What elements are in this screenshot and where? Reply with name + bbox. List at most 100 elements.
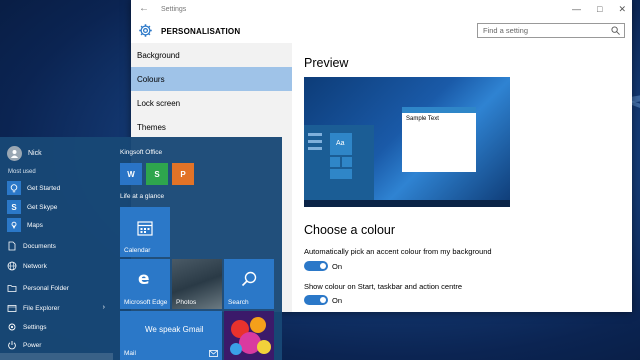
auto-accent-state: On xyxy=(332,262,343,271)
search-icon xyxy=(611,26,620,35)
sys-label: Settings xyxy=(23,323,47,331)
back-arrow-icon[interactable]: ← xyxy=(139,3,149,14)
start-left-column: Nick Most used Get Started S Get Skype M… xyxy=(0,137,113,360)
candy-icon xyxy=(230,317,271,355)
nav-item-lock-screen[interactable]: Lock screen xyxy=(131,91,292,115)
tile-search[interactable]: Search xyxy=(224,259,274,309)
nav-item-themes[interactable]: Themes xyxy=(131,115,292,139)
sys-label: Personal Folder xyxy=(23,284,69,292)
preview-tile xyxy=(330,157,340,167)
app-label: Get Skype xyxy=(27,203,58,211)
toggle-knob xyxy=(320,297,326,303)
app-get-skype[interactable]: S Get Skype xyxy=(7,200,57,214)
page-title: PERSONALISATION xyxy=(161,27,241,36)
folder-icon xyxy=(7,285,17,292)
tile-mail[interactable]: We speak Gmail Mail xyxy=(120,311,222,360)
user-account[interactable]: Nick xyxy=(7,146,42,161)
group-life-at-a-glance: Life at a glance xyxy=(120,193,165,200)
mail-tagline: We speak Gmail xyxy=(145,325,204,334)
tile-calendar[interactable]: Calendar xyxy=(120,207,170,257)
chevron-right-icon[interactable]: › xyxy=(103,304,105,311)
preview-aa-text: Aa xyxy=(336,140,345,147)
user-icon xyxy=(10,149,19,158)
calendar-icon xyxy=(137,221,153,236)
choose-colour-heading: Choose a colour xyxy=(304,223,396,237)
search-input[interactable]: Find a setting xyxy=(477,23,625,38)
writer-icon: W xyxy=(127,169,135,179)
tile-label: Search xyxy=(228,299,249,306)
gear-icon xyxy=(8,323,16,331)
nav-item-colours[interactable]: Colours xyxy=(131,67,292,91)
network-icon xyxy=(7,261,17,271)
preview-heading: Preview xyxy=(304,56,349,70)
avatar xyxy=(7,146,22,161)
edge-icon: e xyxy=(138,269,150,289)
tile-microsoft-edge[interactable]: e Microsoft Edge xyxy=(120,259,170,309)
preview-list-line xyxy=(308,133,322,136)
sys-personal-folder[interactable]: Personal Folder xyxy=(7,283,69,293)
window-controls: — □ ✕ xyxy=(572,4,626,15)
tile-kingsoft-spreadsheets[interactable]: S xyxy=(146,163,168,185)
show-colour-state: On xyxy=(332,296,343,305)
lightbulb-icon xyxy=(7,181,21,195)
show-colour-label: Show colour on Start, taskbar and action… xyxy=(304,282,463,291)
sys-power[interactable]: Power xyxy=(7,340,41,350)
sys-label: File Explorer xyxy=(23,304,60,312)
app-get-started[interactable]: Get Started xyxy=(7,181,60,195)
search-icon xyxy=(241,271,257,287)
preview-taskbar xyxy=(304,200,510,207)
preview-sample-text: Sample Text xyxy=(406,116,439,122)
app-label: Get Started xyxy=(27,184,61,192)
power-icon xyxy=(8,341,16,350)
sys-file-explorer[interactable]: File Explorer xyxy=(7,303,59,313)
tile-label: Mail xyxy=(124,350,136,357)
mail-icon xyxy=(209,350,218,357)
sys-documents[interactable]: Documents xyxy=(7,241,56,251)
tile-candy-crush[interactable] xyxy=(224,311,274,360)
spreadsheets-icon: S xyxy=(154,169,160,179)
window-title: Settings xyxy=(161,6,187,13)
title-bar: ← Settings — □ ✕ xyxy=(131,0,632,22)
show-colour-toggle[interactable] xyxy=(304,295,328,305)
file-explorer-icon xyxy=(7,305,17,312)
auto-accent-toggle[interactable] xyxy=(304,261,328,271)
app-maps[interactable]: Maps xyxy=(7,218,43,232)
tile-kingsoft-writer[interactable]: W xyxy=(120,163,142,185)
preview-tile xyxy=(330,169,352,179)
preview-tile xyxy=(342,157,352,167)
app-label: Maps xyxy=(27,221,43,229)
group-kingsoft-office: Kingsoft Office xyxy=(120,149,163,156)
toggle-knob xyxy=(320,263,326,269)
colour-preview: Aa Sample Text xyxy=(304,77,510,207)
tile-label: Photos xyxy=(176,299,197,306)
close-icon[interactable]: ✕ xyxy=(618,4,626,15)
skype-icon: S xyxy=(7,200,21,214)
presentation-icon: P xyxy=(180,169,186,179)
tile-label: Microsoft Edge xyxy=(124,299,168,306)
auto-accent-label: Automatically pick an accent colour from… xyxy=(304,247,492,256)
maps-icon xyxy=(7,218,21,232)
sys-label: Documents xyxy=(23,242,56,250)
minimize-icon[interactable]: — xyxy=(572,4,581,15)
sys-settings[interactable]: Settings xyxy=(7,322,47,332)
nav-item-background[interactable]: Background xyxy=(131,43,292,67)
preview-tile: Aa xyxy=(330,133,352,155)
gear-icon xyxy=(139,24,152,37)
preview-list-line xyxy=(308,140,322,143)
search-placeholder: Find a setting xyxy=(483,26,529,35)
maximize-icon[interactable]: □ xyxy=(597,4,602,15)
tile-label: Calendar xyxy=(124,247,151,254)
user-name: Nick xyxy=(28,150,42,157)
sys-label: Power xyxy=(23,341,42,349)
settings-content: Preview Aa Sample Text Choose a colour A… xyxy=(292,43,632,312)
most-used-heading: Most used xyxy=(8,169,36,175)
preview-window: Sample Text xyxy=(402,107,476,172)
preview-start-menu: Aa xyxy=(304,125,374,200)
all-apps-bar[interactable] xyxy=(0,353,113,360)
tile-kingsoft-presentation[interactable]: P xyxy=(172,163,194,185)
preview-list-line xyxy=(308,147,322,150)
tile-photos[interactable]: Photos xyxy=(172,259,222,309)
sys-network[interactable]: Network xyxy=(7,261,47,271)
documents-icon xyxy=(8,241,16,251)
sys-label: Network xyxy=(23,262,47,270)
